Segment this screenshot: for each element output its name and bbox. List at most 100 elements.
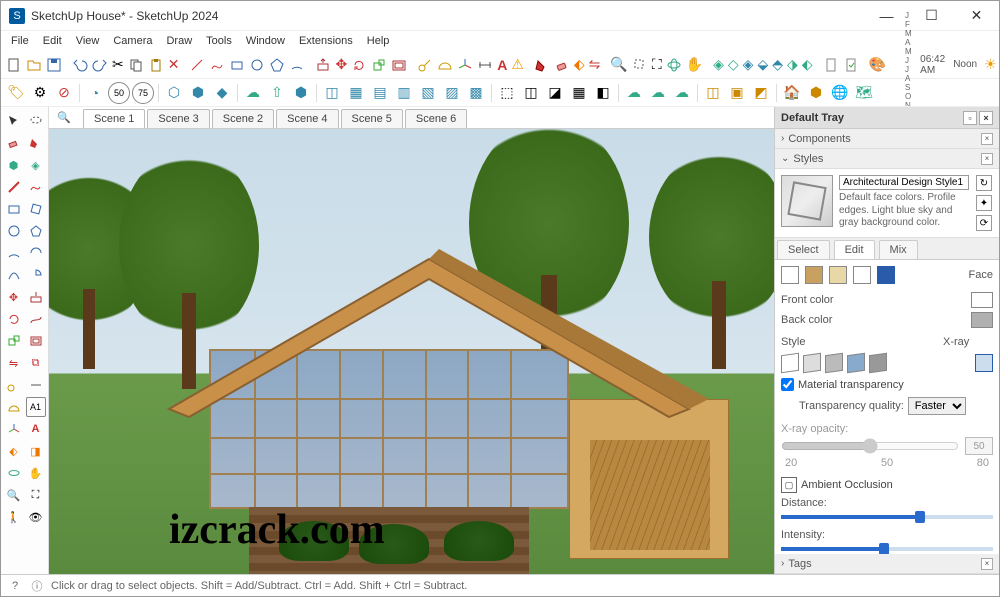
- style-textured-icon[interactable]: [847, 353, 865, 374]
- tray-close-icon[interactable]: ×: [979, 111, 993, 125]
- text-tool-icon[interactable]: A1: [26, 397, 46, 417]
- line-tool-icon[interactable]: [188, 54, 206, 76]
- palette-icon[interactable]: 🎨: [868, 54, 887, 76]
- transparency-quality-select[interactable]: Faster: [908, 397, 966, 415]
- box2-icon[interactable]: ▣: [726, 82, 748, 104]
- cloud-icon[interactable]: ☁: [242, 82, 264, 104]
- rotated-rect-icon[interactable]: [26, 199, 46, 219]
- offset-icon[interactable]: [390, 54, 408, 76]
- rect-icon[interactable]: [228, 54, 246, 76]
- cloud4-icon[interactable]: ☁: [671, 82, 693, 104]
- cloud2-icon[interactable]: ☁: [623, 82, 645, 104]
- components-panel-header[interactable]: ›Components×: [775, 129, 999, 149]
- polygon-icon[interactable]: [268, 54, 286, 76]
- style-refresh-icon[interactable]: ⟳: [976, 215, 992, 231]
- front-color-swatch[interactable]: [971, 292, 993, 308]
- pushpull-tool-icon[interactable]: [26, 287, 46, 307]
- iso-icon[interactable]: ◫: [321, 82, 343, 104]
- copy-icon[interactable]: [127, 54, 145, 76]
- watermark-settings-icon[interactable]: [853, 266, 871, 284]
- layers4-icon[interactable]: ⬙: [756, 54, 769, 76]
- tag-icon[interactable]: 🏷: [5, 82, 27, 104]
- opacity-50-icon[interactable]: 50: [108, 82, 130, 104]
- left-icon[interactable]: ▨: [441, 82, 463, 104]
- right-icon[interactable]: ▥: [393, 82, 415, 104]
- axes-tool-icon[interactable]: [4, 419, 24, 439]
- back-icon[interactable]: ▧: [417, 82, 439, 104]
- look-icon[interactable]: 👁: [26, 507, 46, 527]
- mirror-icon[interactable]: ⧉: [26, 353, 46, 373]
- style-new-icon[interactable]: ✦: [976, 195, 992, 211]
- style-mono-icon[interactable]: [869, 353, 887, 374]
- menu-window[interactable]: Window: [240, 33, 291, 49]
- paint-icon[interactable]: [533, 54, 551, 76]
- textured-icon[interactable]: ▦: [568, 82, 590, 104]
- cloud3-icon[interactable]: ☁: [647, 82, 669, 104]
- box1-icon[interactable]: ◫: [702, 82, 724, 104]
- arc-icon[interactable]: [288, 54, 306, 76]
- menu-draw[interactable]: Draw: [160, 33, 198, 49]
- 3dtext-icon[interactable]: A: [26, 419, 46, 439]
- open-icon[interactable]: [25, 54, 43, 76]
- offset-tool-icon[interactable]: [26, 331, 46, 351]
- circle-icon[interactable]: [248, 54, 266, 76]
- followme-icon[interactable]: [26, 309, 46, 329]
- pie-icon[interactable]: [26, 265, 46, 285]
- orbit-tool-icon[interactable]: [4, 463, 24, 483]
- text-icon[interactable]: A: [496, 54, 508, 76]
- styles-panel-header[interactable]: ⌄Styles×: [775, 149, 999, 169]
- subtab-edit[interactable]: Edit: [834, 240, 875, 259]
- warehouse-icon[interactable]: 🏠: [781, 82, 803, 104]
- protractor-icon[interactable]: [436, 54, 454, 76]
- freehand-tool-icon[interactable]: [26, 177, 46, 197]
- layers2-icon[interactable]: ◇: [727, 54, 740, 76]
- axes-icon[interactable]: [456, 54, 474, 76]
- styles-close-icon[interactable]: ×: [981, 153, 993, 165]
- opacity-75-icon[interactable]: 75: [132, 82, 154, 104]
- tape-tool-icon[interactable]: [4, 375, 24, 395]
- 3pt-arc-icon[interactable]: [4, 265, 24, 285]
- xray-toggle-icon[interactable]: [975, 354, 993, 372]
- section-tool-icon[interactable]: ⬖: [4, 441, 24, 461]
- style-shaded-icon[interactable]: [825, 353, 843, 374]
- ao-toggle-icon[interactable]: ▢: [781, 477, 797, 493]
- sun-settings-icon[interactable]: ☀: [983, 54, 998, 76]
- paste-icon[interactable]: [147, 54, 165, 76]
- doc-check-icon[interactable]: [842, 54, 860, 76]
- doc-icon[interactable]: [822, 54, 840, 76]
- layers6-icon[interactable]: ⬗: [786, 54, 799, 76]
- style-hidden-icon[interactable]: [803, 353, 821, 374]
- zoom-ext-tool-icon[interactable]: ⛶: [26, 485, 46, 505]
- hidden-icon[interactable]: ◫: [520, 82, 542, 104]
- style-thumbnail[interactable]: [781, 175, 833, 227]
- scene-tab-1[interactable]: Scene 1: [83, 109, 145, 128]
- pushpull-icon[interactable]: [314, 54, 332, 76]
- subtab-select[interactable]: Select: [777, 240, 830, 259]
- freehand-icon[interactable]: [208, 54, 226, 76]
- subtab-mix[interactable]: Mix: [879, 240, 918, 259]
- intensity-slider[interactable]: [781, 547, 993, 551]
- layers7-icon[interactable]: ⬖: [801, 54, 814, 76]
- cancel-icon[interactable]: ⊘: [53, 82, 75, 104]
- component-tool-icon[interactable]: ⬢: [4, 155, 24, 175]
- layers3-icon[interactable]: ◈: [742, 54, 755, 76]
- group-icon[interactable]: ◈: [26, 155, 46, 175]
- material-transparency-checkbox[interactable]: Material transparency: [781, 378, 993, 391]
- delete-icon[interactable]: ✕: [167, 54, 181, 76]
- scale-tool-icon[interactable]: [4, 331, 24, 351]
- menu-help[interactable]: Help: [361, 33, 396, 49]
- zoom-window-icon[interactable]: [631, 54, 649, 76]
- layers5-icon[interactable]: ⬘: [771, 54, 784, 76]
- pencil-icon[interactable]: [4, 177, 24, 197]
- move-icon[interactable]: ✥: [334, 54, 348, 76]
- components-close-icon[interactable]: ×: [981, 133, 993, 145]
- zoom-icon[interactable]: 🔍: [609, 54, 628, 76]
- face-settings-icon[interactable]: [805, 266, 823, 284]
- solid-subtract-icon[interactable]: ⬢: [187, 82, 209, 104]
- section2-icon[interactable]: ◨: [26, 441, 46, 461]
- style-name-input[interactable]: Architectural Design Style1: [839, 175, 969, 190]
- distance-slider[interactable]: [781, 515, 993, 519]
- arc-tool-icon[interactable]: [4, 243, 24, 263]
- shaded-icon[interactable]: ◪: [544, 82, 566, 104]
- scale-icon[interactable]: [370, 54, 388, 76]
